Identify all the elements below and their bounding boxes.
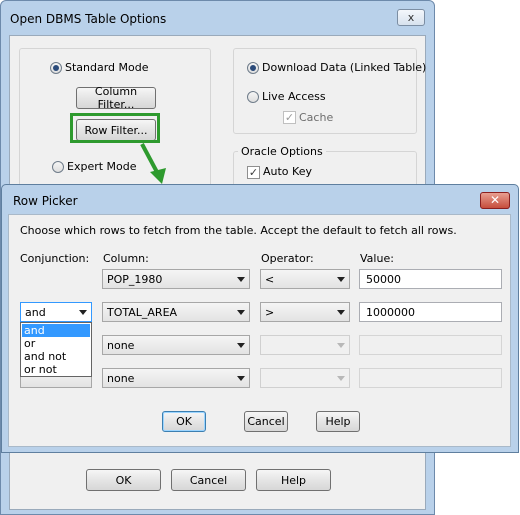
dropdown-option-and-not[interactable]: and not <box>22 350 90 363</box>
dropdown-option-and[interactable]: and <box>22 324 90 337</box>
operator-value: > <box>265 306 275 319</box>
chevron-down-icon <box>237 277 245 282</box>
column-combo-row-4[interactable]: none <box>102 368 250 388</box>
column-value: none <box>107 339 135 352</box>
live-access-label: Live Access <box>262 90 326 103</box>
row-picker-ok-button[interactable]: OK <box>162 411 206 432</box>
operator-combo-row-4[interactable] <box>260 368 350 388</box>
live-access-radio[interactable] <box>247 91 259 103</box>
auto-key-checkbox[interactable]: ✓ <box>247 166 260 179</box>
value-input-row-4[interactable] <box>359 368 502 388</box>
standard-mode-radio[interactable] <box>50 62 62 74</box>
standard-mode-label: Standard Mode <box>65 61 149 74</box>
column-header: Column: <box>103 252 149 265</box>
window-title: Open DBMS Table Options <box>10 12 167 26</box>
conjunction-combo-row-2[interactable]: and <box>20 302 92 322</box>
column-combo-row-3[interactable]: none <box>102 335 250 355</box>
chevron-down-icon <box>337 343 345 348</box>
expert-mode-radio[interactable] <box>52 161 64 173</box>
column-value: TOTAL_AREA <box>107 306 178 319</box>
operator-value: < <box>265 273 275 286</box>
value-text: 50000 <box>366 273 401 286</box>
value-input-row-3[interactable] <box>359 335 502 355</box>
operator-combo-row-3[interactable] <box>260 335 350 355</box>
chevron-down-icon <box>79 310 87 315</box>
value-input-row-1[interactable]: 50000 <box>359 269 502 289</box>
operator-combo-row-2[interactable]: > <box>260 302 350 322</box>
row-picker-title: Row Picker <box>13 194 78 208</box>
column-filter-button[interactable]: Column Filter... <box>76 85 156 111</box>
chevron-down-icon <box>237 310 245 315</box>
instructions-text: Choose which rows to fetch from the tabl… <box>20 224 457 237</box>
arrow-icon <box>140 143 166 184</box>
cache-label: Cache <box>299 111 334 124</box>
column-combo-row-1[interactable]: POP_1980 <box>102 269 250 289</box>
close-icon: ✕ <box>489 193 501 207</box>
auto-key-label: Auto Key <box>263 165 312 178</box>
cache-checkbox[interactable]: ✓ <box>283 111 296 124</box>
row-picker-cancel-button[interactable]: Cancel <box>244 411 288 432</box>
dropdown-option-or[interactable]: or <box>22 337 90 350</box>
column-value: none <box>107 372 135 385</box>
chevron-down-icon <box>237 343 245 348</box>
conjunction-header: Conjunction: <box>20 252 90 265</box>
close-button[interactable]: x <box>397 9 425 26</box>
back-help-button[interactable]: Help <box>256 469 331 491</box>
row-picker-close-button[interactable]: ✕ <box>480 192 510 209</box>
back-cancel-button[interactable]: Cancel <box>171 469 246 491</box>
close-icon: x <box>407 11 415 24</box>
back-ok-button[interactable]: OK <box>86 469 161 491</box>
value-input-row-2[interactable]: 1000000 <box>359 302 502 322</box>
download-data-radio[interactable] <box>247 62 259 74</box>
dropdown-option-or-not[interactable]: or not <box>22 363 90 376</box>
expert-mode-label: Expert Mode <box>67 160 137 173</box>
column-combo-row-2[interactable]: TOTAL_AREA <box>102 302 250 322</box>
column-value: POP_1980 <box>107 273 163 286</box>
operator-header: Operator: <box>261 252 314 265</box>
chevron-down-icon <box>337 310 345 315</box>
value-text: 1000000 <box>366 306 415 319</box>
conjunction-dropdown-list: and or and not or not <box>20 322 92 377</box>
download-data-label: Download Data (Linked Table) <box>262 61 427 74</box>
chevron-down-icon <box>337 376 345 381</box>
chevron-down-icon <box>237 376 245 381</box>
value-header: Value: <box>360 252 394 265</box>
row-picker-help-button[interactable]: Help <box>316 411 360 432</box>
conjunction-value: and <box>25 306 46 319</box>
chevron-down-icon <box>337 277 345 282</box>
oracle-options-label: Oracle Options <box>238 145 326 158</box>
row-filter-highlight <box>70 113 160 143</box>
operator-combo-row-1[interactable]: < <box>260 269 350 289</box>
